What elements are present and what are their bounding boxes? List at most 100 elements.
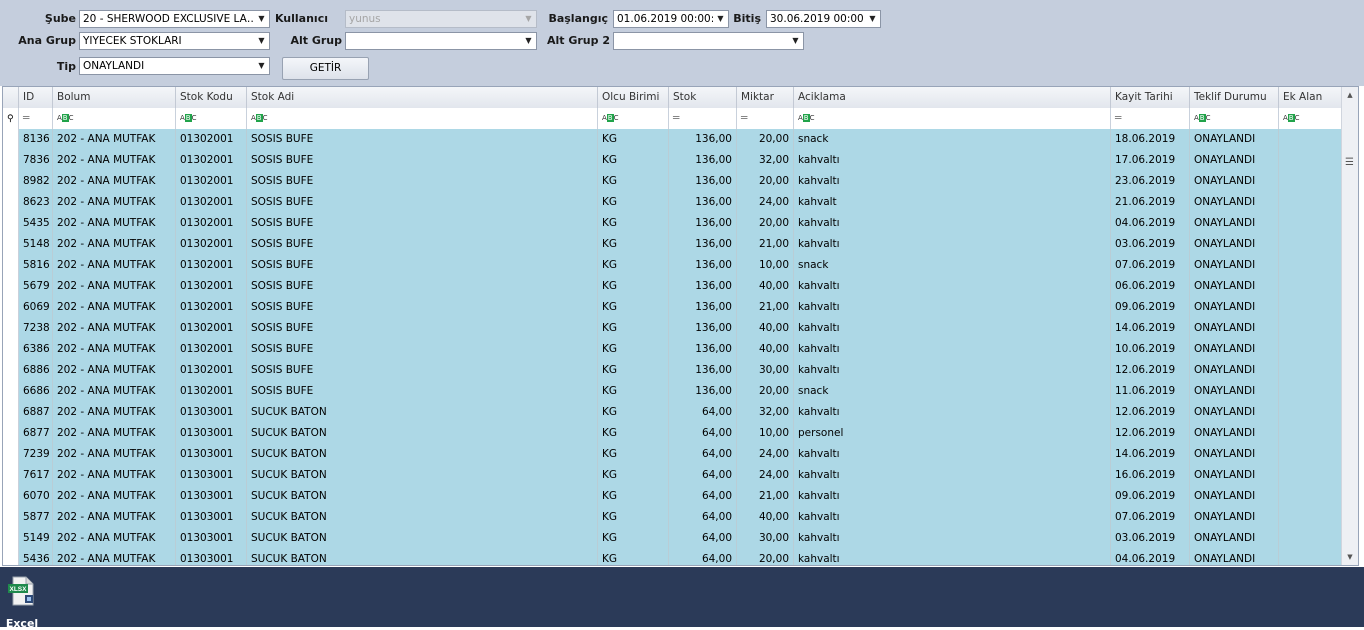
cell-stok-adi[interactable]: SOSIS BUFE — [247, 276, 598, 297]
cell-id[interactable]: 6069 — [19, 297, 53, 318]
cell-stok-kodu[interactable]: 01302001 — [176, 255, 247, 276]
cell-stok-kodu[interactable]: 01302001 — [176, 318, 247, 339]
table-row[interactable]: 7239 202 - ANA MUTFAK 01303001 SUCUK BATON K… — [3, 444, 1342, 466]
cell-ek-alan[interactable] — [1279, 423, 1342, 444]
cell-aciklama[interactable]: kahvaltı — [794, 402, 1111, 423]
cell-bolum[interactable]: 202 - ANA MUTFAK — [53, 276, 176, 297]
table-row[interactable]: 5816 202 - ANA MUTFAK 01302001 SOSIS BUFE KG… — [3, 255, 1342, 277]
cell-id[interactable]: 7238 — [19, 318, 53, 339]
cell-ek-alan[interactable] — [1279, 444, 1342, 465]
column-header-teklif-durumu[interactable]: Teklif Durumu — [1190, 87, 1279, 108]
cell-bolum[interactable]: 202 - ANA MUTFAK — [53, 528, 176, 549]
cell-aciklama[interactable]: kahvaltı — [794, 507, 1111, 528]
cell-miktar[interactable]: 30,00 — [737, 360, 794, 381]
cell-stok-adi[interactable]: SOSIS BUFE — [247, 297, 598, 318]
cell-aciklama[interactable]: snack — [794, 381, 1111, 402]
cell-miktar[interactable]: 32,00 — [737, 150, 794, 171]
cell-teklif-durumu[interactable]: ONAYLANDI — [1190, 129, 1279, 150]
table-row[interactable]: 7836 202 - ANA MUTFAK 01302001 SOSIS BUFE KG… — [3, 150, 1342, 172]
filter-cell-stok-adi[interactable]: ABC — [247, 108, 598, 129]
table-row[interactable]: 6887 202 - ANA MUTFAK 01303001 SUCUK BATON K… — [3, 402, 1342, 424]
cell-aciklama[interactable]: kahvaltı — [794, 360, 1111, 381]
cell-olcu-birimi[interactable]: KG — [598, 339, 669, 360]
cell-bolum[interactable]: 202 - ANA MUTFAK — [53, 549, 176, 565]
row-indicator[interactable] — [3, 507, 19, 528]
table-row[interactable]: 7617 202 - ANA MUTFAK 01303001 SUCUK BATON K… — [3, 465, 1342, 487]
cell-kayit-tarihi[interactable]: 16.06.2019 — [1111, 465, 1190, 486]
cell-kayit-tarihi[interactable]: 07.06.2019 — [1111, 255, 1190, 276]
table-row[interactable]: 5877 202 - ANA MUTFAK 01303001 SUCUK BATON K… — [3, 507, 1342, 529]
cell-ek-alan[interactable] — [1279, 171, 1342, 192]
cell-stok[interactable]: 136,00 — [669, 234, 737, 255]
table-row[interactable]: 6386 202 - ANA MUTFAK 01302001 SOSIS BUFE KG… — [3, 339, 1342, 361]
cell-teklif-durumu[interactable]: ONAYLANDI — [1190, 339, 1279, 360]
cell-stok-adi[interactable]: SOSIS BUFE — [247, 318, 598, 339]
cell-miktar[interactable]: 32,00 — [737, 402, 794, 423]
cell-teklif-durumu[interactable]: ONAYLANDI — [1190, 549, 1279, 565]
cell-bolum[interactable]: 202 - ANA MUTFAK — [53, 318, 176, 339]
table-row[interactable]: 7238 202 - ANA MUTFAK 01302001 SOSIS BUFE KG… — [3, 318, 1342, 340]
cell-aciklama[interactable]: personel — [794, 423, 1111, 444]
column-header-stok-adi[interactable]: Stok Adi — [247, 87, 598, 108]
column-header-stok-kodu[interactable]: Stok Kodu — [176, 87, 247, 108]
alt-grup-combo[interactable]: ▼ — [345, 32, 537, 50]
cell-ek-alan[interactable] — [1279, 192, 1342, 213]
cell-stok[interactable]: 64,00 — [669, 465, 737, 486]
cell-olcu-birimi[interactable]: KG — [598, 381, 669, 402]
cell-ek-alan[interactable] — [1279, 129, 1342, 150]
cell-ek-alan[interactable] — [1279, 255, 1342, 276]
cell-teklif-durumu[interactable]: ONAYLANDI — [1190, 318, 1279, 339]
cell-olcu-birimi[interactable]: KG — [598, 402, 669, 423]
cell-id[interactable]: 5679 — [19, 276, 53, 297]
row-indicator[interactable] — [3, 171, 19, 192]
cell-ek-alan[interactable] — [1279, 507, 1342, 528]
cell-ek-alan[interactable] — [1279, 318, 1342, 339]
chevron-down-icon[interactable]: ▼ — [254, 58, 269, 74]
cell-olcu-birimi[interactable]: KG — [598, 276, 669, 297]
cell-ek-alan[interactable] — [1279, 339, 1342, 360]
cell-aciklama[interactable]: kahvaltı — [794, 339, 1111, 360]
cell-kayit-tarihi[interactable]: 03.06.2019 — [1111, 234, 1190, 255]
filter-cell-olcu-birimi[interactable]: ABC — [598, 108, 669, 129]
vertical-scrollbar[interactable]: ▲ ☰ ▼ — [1341, 87, 1358, 565]
cell-stok-kodu[interactable]: 01303001 — [176, 465, 247, 486]
cell-aciklama[interactable]: kahvaltı — [794, 465, 1111, 486]
cell-id[interactable]: 6877 — [19, 423, 53, 444]
row-indicator[interactable] — [3, 276, 19, 297]
chevron-down-icon[interactable]: ▼ — [788, 33, 803, 49]
cell-stok[interactable]: 136,00 — [669, 339, 737, 360]
cell-miktar[interactable]: 40,00 — [737, 276, 794, 297]
cell-bolum[interactable]: 202 - ANA MUTFAK — [53, 213, 176, 234]
cell-stok-kodu[interactable]: 01303001 — [176, 486, 247, 507]
cell-olcu-birimi[interactable]: KG — [598, 129, 669, 150]
cell-olcu-birimi[interactable]: KG — [598, 297, 669, 318]
cell-olcu-birimi[interactable]: KG — [598, 318, 669, 339]
cell-stok-kodu[interactable]: 01302001 — [176, 360, 247, 381]
cell-id[interactable]: 6887 — [19, 402, 53, 423]
cell-stok[interactable]: 136,00 — [669, 129, 737, 150]
cell-stok[interactable]: 136,00 — [669, 381, 737, 402]
alt-grup2-combo[interactable]: ▼ — [613, 32, 804, 50]
cell-stok-adi[interactable]: SUCUK BATON — [247, 549, 598, 565]
row-indicator[interactable] — [3, 360, 19, 381]
cell-olcu-birimi[interactable]: KG — [598, 234, 669, 255]
cell-stok-adi[interactable]: SUCUK BATON — [247, 423, 598, 444]
cell-id[interactable]: 6070 — [19, 486, 53, 507]
cell-bolum[interactable]: 202 - ANA MUTFAK — [53, 465, 176, 486]
cell-stok-adi[interactable]: SOSIS BUFE — [247, 360, 598, 381]
filter-cell-kayit-tarihi[interactable]: ═ — [1111, 108, 1190, 129]
cell-olcu-birimi[interactable]: KG — [598, 528, 669, 549]
cell-aciklama[interactable]: kahvaltı — [794, 276, 1111, 297]
cell-stok[interactable]: 64,00 — [669, 549, 737, 565]
cell-stok-adi[interactable]: SOSIS BUFE — [247, 129, 598, 150]
cell-stok-adi[interactable]: SUCUK BATON — [247, 444, 598, 465]
cell-bolum[interactable]: 202 - ANA MUTFAK — [53, 129, 176, 150]
row-indicator[interactable] — [3, 192, 19, 213]
filter-cell-miktar[interactable]: ═ — [737, 108, 794, 129]
cell-stok[interactable]: 64,00 — [669, 423, 737, 444]
cell-stok[interactable]: 64,00 — [669, 402, 737, 423]
cell-olcu-birimi[interactable]: KG — [598, 465, 669, 486]
row-indicator[interactable] — [3, 234, 19, 255]
cell-stok[interactable]: 136,00 — [669, 171, 737, 192]
cell-aciklama[interactable]: kahvalt — [794, 192, 1111, 213]
